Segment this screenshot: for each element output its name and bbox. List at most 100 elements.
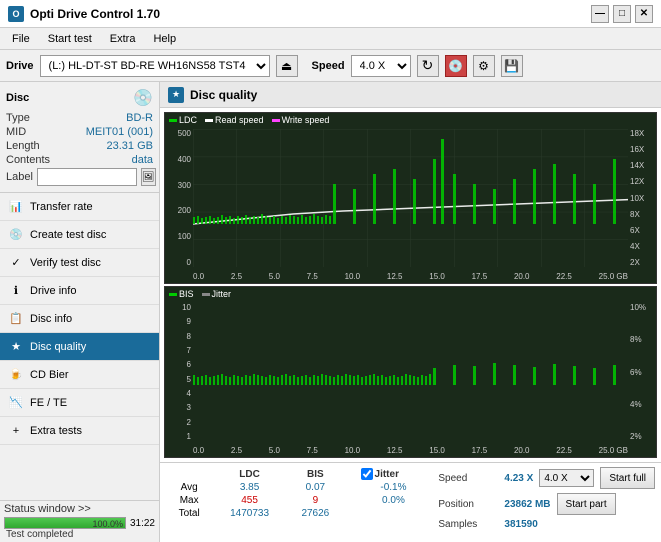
sidebar-label-extra-tests: Extra tests bbox=[30, 425, 82, 437]
nav-items: 📊 Transfer rate 💿 Create test disc ✓ Ver… bbox=[0, 193, 159, 500]
samples-value: 381590 bbox=[504, 519, 537, 530]
progress-text: 100.0% bbox=[92, 518, 123, 530]
eject-button[interactable]: ⏏ bbox=[276, 55, 298, 77]
sidebar-label-drive-info: Drive info bbox=[30, 285, 76, 297]
menu-start-test[interactable]: Start test bbox=[40, 31, 100, 47]
bis-chart-svg bbox=[193, 303, 628, 441]
menu-extra[interactable]: Extra bbox=[102, 31, 144, 47]
chart-top-y-left: 500 400 300 200 100 0 bbox=[165, 129, 193, 267]
sidebar-label-fe-te: FE / TE bbox=[30, 397, 67, 409]
time-display: 31:22 bbox=[130, 518, 155, 529]
avg-label: Avg bbox=[166, 481, 212, 494]
save-button[interactable]: 💾 bbox=[501, 55, 523, 77]
drive-label: Drive bbox=[6, 60, 34, 72]
sidebar-item-cd-bier[interactable]: 🍺 CD Bier bbox=[0, 361, 159, 389]
col-header-bis: BIS bbox=[287, 467, 344, 481]
fe-te-icon: 📉 bbox=[8, 395, 24, 411]
col-header-empty bbox=[166, 467, 212, 481]
menu-file[interactable]: File bbox=[4, 31, 38, 47]
label-input[interactable] bbox=[37, 168, 137, 186]
main-panel: ★ Disc quality LDC Read speed bbox=[160, 82, 661, 542]
type-label: Type bbox=[6, 112, 30, 124]
chart-bottom-y-left: 10 9 8 7 6 5 4 3 2 1 bbox=[165, 303, 193, 441]
read-speed-legend-dot bbox=[205, 119, 213, 122]
ldc-legend-dot bbox=[169, 119, 177, 122]
bis-chart: BIS Jitter 10 9 8 7 6 5 4 3 2 bbox=[164, 286, 657, 458]
stats-speed-select[interactable]: 4.0 X bbox=[539, 469, 594, 487]
position-value: 23862 MB bbox=[504, 499, 550, 510]
write-speed-legend-label: Write speed bbox=[282, 115, 330, 125]
col-header-jitter-spacer bbox=[344, 467, 357, 481]
stats-row-avg: Avg 3.85 0.07 -0.1% bbox=[166, 481, 430, 494]
read-speed-legend-label: Read speed bbox=[215, 115, 264, 125]
sidebar-item-verify-test-disc[interactable]: ✓ Verify test disc bbox=[0, 249, 159, 277]
chart-top-y-right: 18X 16X 14X 12X 10X 8X 6X 4X 2X bbox=[628, 129, 656, 267]
speed-row: Speed 4.23 X 4.0 X Start full bbox=[438, 467, 655, 489]
disc-button[interactable]: 💿 bbox=[445, 55, 467, 77]
total-bis: 27626 bbox=[287, 507, 344, 520]
jitter-legend-dot bbox=[202, 293, 210, 296]
sidebar-item-create-test-disc[interactable]: 💿 Create test disc bbox=[0, 221, 159, 249]
sidebar-item-drive-info[interactable]: ℹ Drive info bbox=[0, 277, 159, 305]
speed-select[interactable]: 4.0 X bbox=[351, 55, 411, 77]
drive-info-icon: ℹ bbox=[8, 283, 24, 299]
col-header-ldc: LDC bbox=[212, 467, 287, 481]
chart-top-x-axis: 0.02.55.07.510.0 12.515.017.520.022.525.… bbox=[193, 272, 628, 281]
panel-header: ★ Disc quality bbox=[160, 82, 661, 108]
maximize-button[interactable]: □ bbox=[613, 5, 631, 23]
type-value: BD-R bbox=[126, 112, 153, 124]
sidebar-item-extra-tests[interactable]: + Extra tests bbox=[0, 417, 159, 445]
contents-label: Contents bbox=[6, 154, 50, 166]
sidebar-item-fe-te[interactable]: 📉 FE / TE bbox=[0, 389, 159, 417]
status-window-button[interactable]: Status window >> bbox=[4, 503, 91, 515]
disc-quality-icon: ★ bbox=[8, 339, 24, 355]
bis-legend-dot bbox=[169, 293, 177, 296]
speed-label: Speed bbox=[312, 60, 345, 72]
max-bis: 9 bbox=[287, 494, 344, 507]
menu-bar: File Start test Extra Help bbox=[0, 28, 661, 50]
close-button[interactable]: ✕ bbox=[635, 5, 653, 23]
length-value: 23.31 GB bbox=[107, 140, 153, 152]
position-label: Position bbox=[438, 499, 498, 510]
stats-right: Speed 4.23 X 4.0 X Start full Position 2… bbox=[438, 467, 655, 538]
label-button[interactable]: 🖼 bbox=[141, 168, 156, 186]
sidebar-label-transfer-rate: Transfer rate bbox=[30, 201, 93, 213]
status-text: Test completed bbox=[4, 529, 155, 540]
sidebar-label-disc-info: Disc info bbox=[30, 313, 72, 325]
settings-button[interactable]: ⚙ bbox=[473, 55, 495, 77]
menu-help[interactable]: Help bbox=[145, 31, 184, 47]
panel-title: Disc quality bbox=[190, 88, 257, 102]
main-content: Disc 💿 Type BD-R MID MEIT01 (001) Length… bbox=[0, 82, 661, 542]
sidebar-item-disc-quality[interactable]: ★ Disc quality bbox=[0, 333, 159, 361]
drive-select[interactable]: (L:) HL-DT-ST BD-RE WH16NS58 TST4 bbox=[40, 55, 270, 77]
speed-stat-label: Speed bbox=[438, 473, 498, 484]
label-label: Label bbox=[6, 171, 33, 183]
bis-legend-label: BIS bbox=[179, 289, 194, 299]
create-test-disc-icon: 💿 bbox=[8, 227, 24, 243]
chart-bottom-legend: BIS Jitter bbox=[169, 289, 231, 299]
stats-row-max: Max 455 9 0.0% bbox=[166, 494, 430, 507]
avg-bis: 0.07 bbox=[287, 481, 344, 494]
disc-icon: 💿 bbox=[133, 88, 153, 108]
refresh-button[interactable]: ↻ bbox=[417, 55, 439, 77]
start-full-button[interactable]: Start full bbox=[600, 467, 655, 489]
extra-tests-icon: + bbox=[8, 423, 24, 439]
jitter-checkbox[interactable] bbox=[361, 468, 373, 480]
title-controls: — □ ✕ bbox=[591, 5, 653, 23]
write-speed-legend-dot bbox=[272, 119, 280, 122]
avg-jitter: -0.1% bbox=[357, 481, 431, 494]
cd-bier-icon: 🍺 bbox=[8, 367, 24, 383]
chart-top-legend: LDC Read speed Write speed bbox=[169, 115, 329, 125]
jitter-legend-label: Jitter bbox=[212, 289, 232, 299]
sidebar-item-transfer-rate[interactable]: 📊 Transfer rate bbox=[0, 193, 159, 221]
minimize-button[interactable]: — bbox=[591, 5, 609, 23]
sidebar-label-disc-quality: Disc quality bbox=[30, 341, 86, 353]
length-label: Length bbox=[6, 140, 40, 152]
app-title: Opti Drive Control 1.70 bbox=[30, 7, 160, 21]
sidebar-item-disc-info[interactable]: 📋 Disc info bbox=[0, 305, 159, 333]
start-part-button[interactable]: Start part bbox=[557, 493, 616, 515]
verify-test-disc-icon: ✓ bbox=[8, 255, 24, 271]
charts-area: LDC Read speed Write speed 500 400 300 bbox=[160, 108, 661, 462]
panel-icon: ★ bbox=[168, 87, 184, 103]
avg-ldc: 3.85 bbox=[212, 481, 287, 494]
